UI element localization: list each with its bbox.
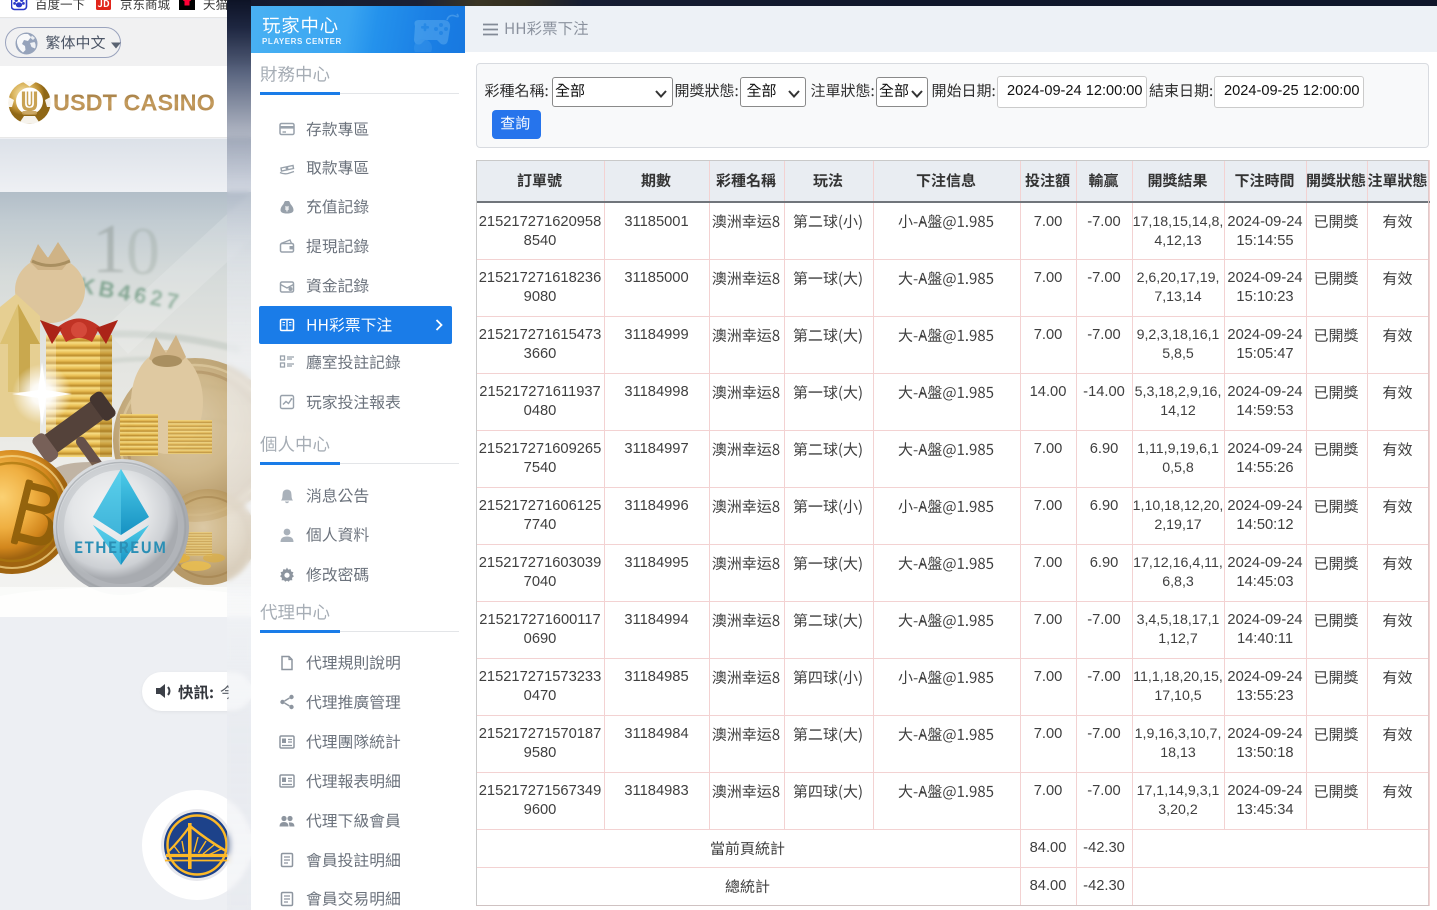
svg-text:0: 0 — [126, 213, 160, 289]
